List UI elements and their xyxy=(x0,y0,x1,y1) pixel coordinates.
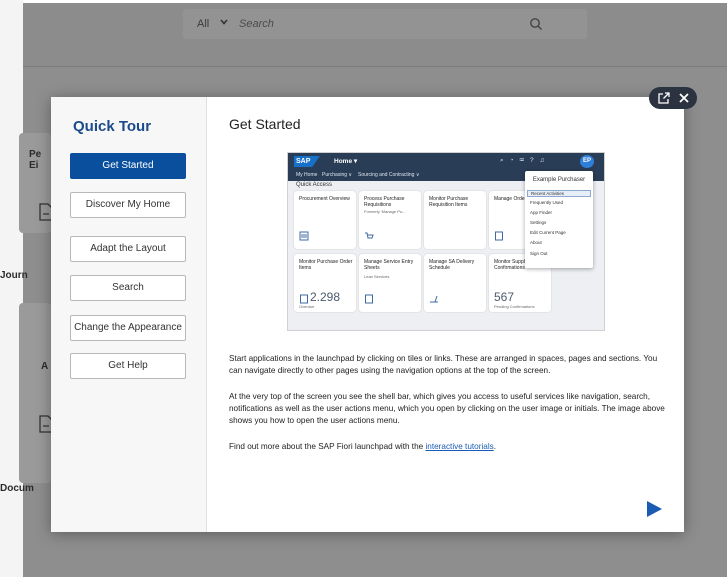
shell-bar: All Search xyxy=(23,3,727,67)
more-info-text: Find out more about the SAP Fiori launch… xyxy=(229,442,426,451)
screenshot-tile: Procurement Overview xyxy=(294,191,356,249)
dialog-title: Quick Tour xyxy=(73,118,152,135)
document-icon xyxy=(495,231,503,241)
menu-item: About xyxy=(530,240,542,245)
search-icon[interactable] xyxy=(529,17,543,31)
menu-item: App Finder xyxy=(530,210,553,215)
truck-icon xyxy=(430,295,438,303)
chevron-down-icon xyxy=(220,19,228,25)
tile-title: Process Purchase Requisitions xyxy=(364,196,405,208)
quick-tour-dialog: Quick Tour Get Started Discover My Home … xyxy=(51,97,684,532)
screenshot-tile: Monitor Purchase Order Items 2.298 Overd… xyxy=(294,254,356,312)
popout-icon[interactable] xyxy=(657,91,671,105)
menu-item: Frequently Used xyxy=(530,200,564,205)
screenshot-nav-item: Purchasing ∨ xyxy=(322,172,353,178)
paragraph-shell-bar: At the very top of the screen you see th… xyxy=(229,392,665,425)
nav-change-appearance-button[interactable]: Change the Appearance xyxy=(70,315,186,341)
search-placeholder[interactable]: Search xyxy=(239,18,274,30)
dialog-controls xyxy=(649,87,697,109)
tile-number: 567 xyxy=(494,290,515,304)
tile-title: Procurement Overview xyxy=(299,196,350,202)
search-scope[interactable]: All xyxy=(197,18,209,30)
cart-icon xyxy=(365,232,374,239)
menu-header: Example Purchaser xyxy=(532,177,586,183)
screenshot-shell-icons: ⌕◔✉?♫ xyxy=(500,157,551,164)
background-label: Pe xyxy=(29,149,42,160)
menu-item: Settings xyxy=(530,220,547,225)
search-bar[interactable]: All Search xyxy=(183,9,587,39)
nav-discover-my-home-button[interactable]: Discover My Home xyxy=(70,192,186,218)
background-label: Ei xyxy=(29,160,39,171)
document-icon xyxy=(300,294,308,304)
screenshot-nav-item: Sourcing and Contracting ∨ xyxy=(358,172,420,178)
background-label: Journ xyxy=(0,270,28,281)
menu-item: Sign Out xyxy=(530,251,548,256)
document-icon xyxy=(365,294,373,304)
content-heading: Get Started xyxy=(229,116,301,132)
tile-title: Monitor Purchase Requisition Items xyxy=(429,196,469,208)
nav-adapt-layout-button[interactable]: Adapt the Layout xyxy=(70,236,186,262)
quick-tour-sidebar: Quick Tour Get Started Discover My Home … xyxy=(51,97,207,532)
more-info-suffix: . xyxy=(493,442,497,451)
screenshot-section-title: Quick Access xyxy=(296,182,333,188)
screenshot-shell-bar: SAP Home ▾ ⌕◔✉?♫ EP xyxy=(288,153,604,170)
screenshot-home-menu: Home ▾ xyxy=(334,158,358,165)
tile-subtitle: Lean Services xyxy=(364,274,390,279)
next-arrow-icon[interactable] xyxy=(645,500,663,518)
tile-subtitle: Formerly 'Manage Pu... xyxy=(364,209,406,214)
launchpad-screenshot: SAP Home ▾ ⌕◔✉?♫ EP My Home Purchasing ∨… xyxy=(287,152,605,331)
avatar: EP xyxy=(580,155,594,168)
screenshot-tile: Manage Service Entry Sheets Lean Service… xyxy=(359,254,421,312)
background-tile xyxy=(19,303,51,483)
screenshot-nav-item: My Home xyxy=(296,172,318,178)
tile-title: Manage SA Delivery Schedule xyxy=(429,259,475,271)
tile-footer: Pending Confirmations xyxy=(494,304,535,309)
menu-item: Recent Activities xyxy=(527,190,591,197)
close-icon[interactable] xyxy=(677,91,691,105)
nav-get-started-button[interactable]: Get Started xyxy=(70,153,186,179)
user-actions-menu: Example Purchaser Recent Activities Freq… xyxy=(525,171,593,268)
background-label: A xyxy=(41,361,49,372)
background-label: Docum xyxy=(0,483,34,494)
screenshot-tile: Manage SA Delivery Schedule xyxy=(424,254,486,312)
dashboard-icon xyxy=(299,231,309,241)
paragraph-launchpad: Start applications in the launchpad by c… xyxy=(229,354,658,375)
screenshot-tile: Monitor Purchase Requisition Items xyxy=(424,191,486,249)
screenshot-tile: Process Purchase Requisitions Formerly '… xyxy=(359,191,421,249)
sap-logo: SAP xyxy=(294,156,320,167)
nav-search-button[interactable]: Search xyxy=(70,275,186,301)
interactive-tutorials-link[interactable]: interactive tutorials xyxy=(425,442,493,451)
tile-title: Manage Service Entry Sheets xyxy=(364,259,414,271)
nav-get-help-button[interactable]: Get Help xyxy=(70,353,186,379)
paragraph-more-info: Find out more about the SAP Fiori launch… xyxy=(229,441,669,453)
tile-footer: Overdue xyxy=(299,304,315,309)
tile-number: 2.298 xyxy=(310,290,341,304)
menu-item: Edit Current Page xyxy=(530,230,566,235)
tile-title: Monitor Purchase Order Items xyxy=(299,259,353,271)
